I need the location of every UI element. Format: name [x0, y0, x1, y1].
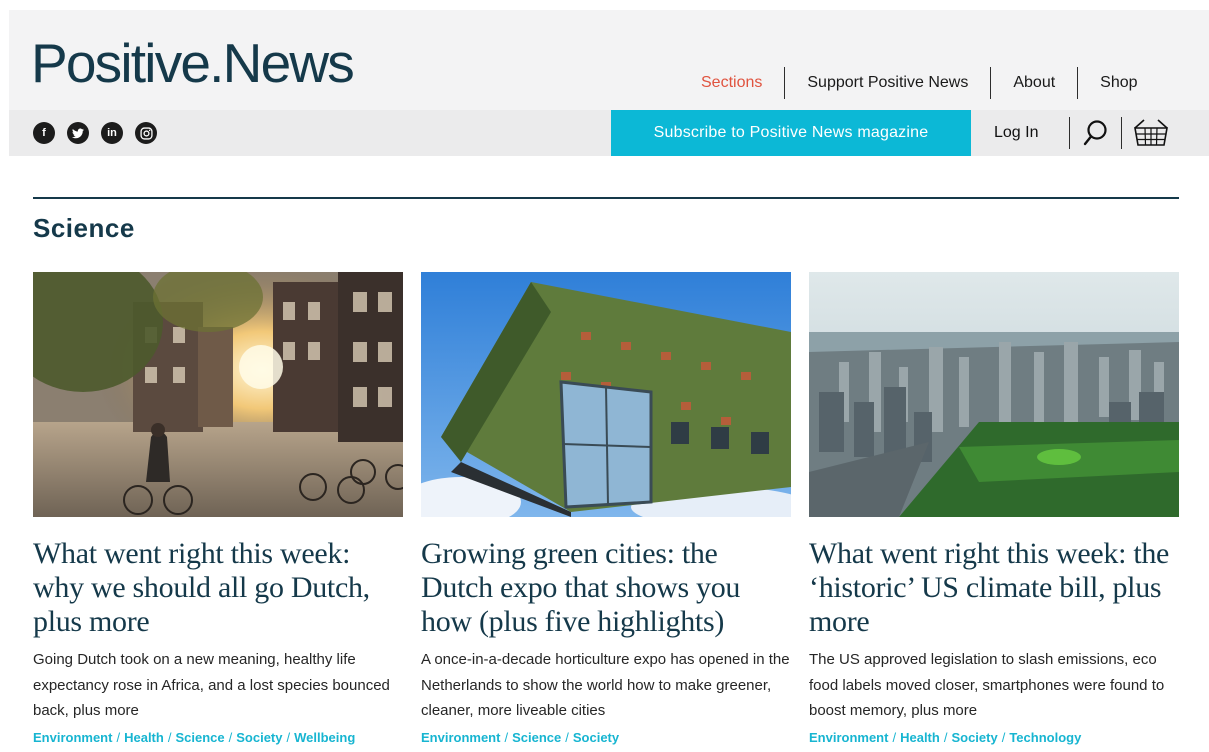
- nav-sections[interactable]: Sections: [679, 66, 784, 100]
- article-title[interactable]: What went right this week: why we should…: [33, 537, 403, 639]
- basket-icon[interactable]: [1133, 118, 1169, 148]
- tag-link[interactable]: Wellbeing: [294, 730, 355, 745]
- article-tags: Environment / Health / Society / Technology: [809, 729, 1082, 745]
- search-icon[interactable]: [1082, 119, 1108, 147]
- article-card[interactable]: What went right this week: why we should…: [33, 272, 403, 745]
- article-title[interactable]: Growing green cities: the Dutch expo tha…: [421, 537, 791, 639]
- linkedin-icon[interactable]: in: [101, 122, 123, 144]
- tag-link[interactable]: Technology: [1009, 730, 1081, 745]
- article-image-green-building[interactable]: [421, 272, 791, 517]
- tag-link[interactable]: Society: [236, 730, 282, 745]
- tag-link[interactable]: Society: [951, 730, 997, 745]
- tag-link[interactable]: Science: [512, 730, 561, 745]
- nav-support[interactable]: Support Positive News: [785, 66, 990, 100]
- social-links: f in: [33, 122, 157, 144]
- site-header: Positive.News Sections Support Positive …: [9, 10, 1209, 156]
- article-image-new-york-aerial[interactable]: [809, 272, 1179, 517]
- tag-link[interactable]: Environment: [33, 730, 112, 745]
- nav-about[interactable]: About: [991, 66, 1077, 100]
- tag-link[interactable]: Science: [175, 730, 224, 745]
- article-summary: A once-in-a-decade horticulture expo has…: [421, 651, 790, 719]
- tag-link[interactable]: Society: [573, 730, 619, 745]
- article-image-amsterdam-street[interactable]: [33, 272, 403, 517]
- tag-link[interactable]: Health: [900, 730, 940, 745]
- utility-bar: f in Subscribe to Positive News magazine…: [9, 110, 1209, 156]
- subscribe-button[interactable]: Subscribe to Positive News magazine: [611, 110, 971, 156]
- login-link[interactable]: Log In: [994, 110, 1038, 156]
- nav-shop[interactable]: Shop: [1078, 66, 1137, 100]
- bar-divider: [1069, 117, 1070, 149]
- tag-link[interactable]: Environment: [421, 730, 500, 745]
- article-card[interactable]: What went right this week: the ‘historic…: [809, 272, 1179, 745]
- facebook-icon[interactable]: f: [33, 122, 55, 144]
- top-nav: Sections Support Positive News About Sho…: [679, 66, 1138, 100]
- article-summary: Going Dutch took on a new meaning, healt…: [33, 651, 390, 719]
- article-tags: Environment / Science / Society: [421, 729, 620, 745]
- article-card[interactable]: Growing green cities: the Dutch expo tha…: [421, 272, 791, 745]
- tag-link[interactable]: Environment: [809, 730, 888, 745]
- article-summary: The US approved legislation to slash emi…: [809, 651, 1165, 719]
- tag-link[interactable]: Health: [124, 730, 164, 745]
- article-title[interactable]: What went right this week: the ‘historic…: [809, 537, 1179, 639]
- site-logo[interactable]: Positive.News: [31, 36, 355, 91]
- instagram-icon[interactable]: [135, 122, 157, 144]
- section-title: Science: [33, 213, 135, 243]
- twitter-icon[interactable]: [67, 122, 89, 144]
- section-divider: [33, 197, 1179, 199]
- bar-divider: [1121, 117, 1122, 149]
- article-tags: Environment / Health / Science / Society / Wellb…: [33, 729, 356, 745]
